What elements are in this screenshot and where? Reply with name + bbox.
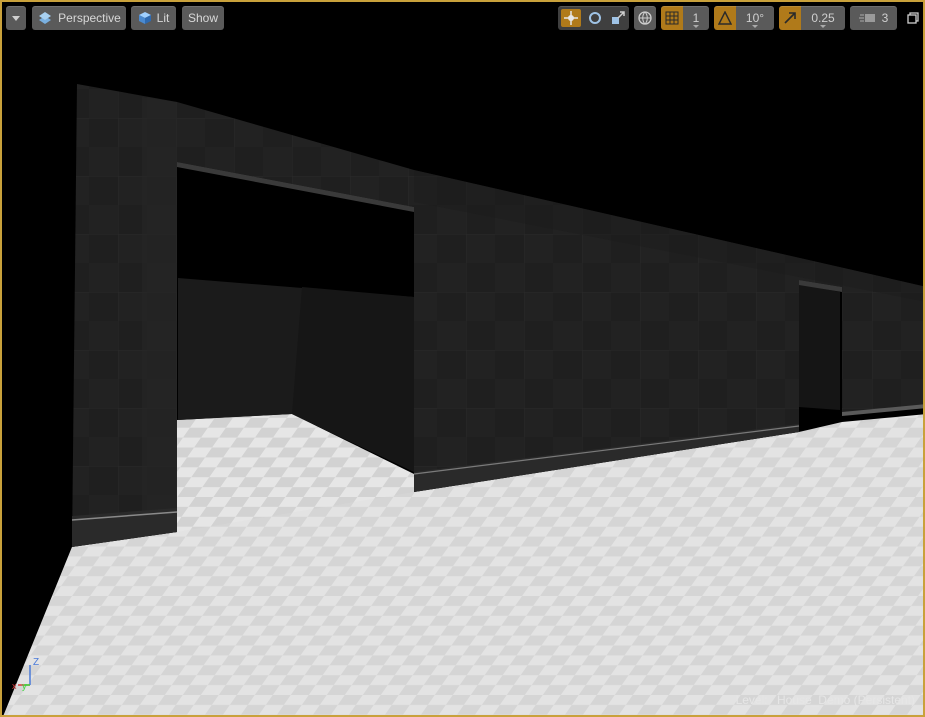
transform-tools-group [558,6,629,30]
grid-icon [665,11,679,25]
current-level-indicator: Level: House_Demo (Persistent) [736,693,915,707]
viewport-options-button[interactable] [6,6,26,30]
axis-gizmo: x y Z [8,651,48,691]
view-mode-button[interactable]: Perspective [32,6,126,30]
viewport-toolbar: Perspective Lit Show 1 10° 0.25 3 [2,2,923,36]
grid-snap-value: 1 [692,11,700,25]
lit-cube-icon [138,12,151,24]
maximize-viewport-button[interactable] [904,6,922,30]
grid-snap-toggle[interactable] [661,6,683,30]
camera-speed-icon [858,14,875,22]
scale-snap-toggle[interactable] [779,6,801,30]
svg-text:y: y [22,681,27,691]
axis-z-label: Z [33,657,39,668]
rotate-tool-icon[interactable] [586,9,604,27]
svg-text:x: x [12,681,17,691]
rotation-snap-toggle[interactable] [714,6,736,30]
chevron-down-icon [820,25,826,28]
scale-snap-value: 0.25 [811,11,835,25]
lighting-mode-label: Lit [156,11,170,25]
scale-snap-value-dropdown[interactable]: 0.25 [801,6,845,30]
show-label: Show [187,11,219,25]
chevron-down-icon [12,15,20,21]
door-header [177,102,414,207]
translate-tool-icon[interactable] [560,9,581,27]
scale-tool-icon[interactable] [609,9,627,27]
globe-icon [638,11,652,25]
viewport-scene[interactable] [2,2,925,717]
view-mode-label: Perspective [58,11,121,25]
chevron-down-icon [752,25,758,28]
world-local-toggle[interactable] [634,6,656,30]
rotation-snap-value: 10° [745,11,765,25]
perspective-icon [39,12,52,24]
lighting-mode-button[interactable]: Lit [131,6,176,30]
angle-icon [718,11,732,25]
level-viewport[interactable]: Perspective Lit Show 1 10° 0.25 3 x y Z … [0,0,925,717]
show-button[interactable]: Show [182,6,224,30]
level-name: House_Demo (Persistent) [776,693,915,707]
restore-window-icon [907,12,919,24]
camera-speed-button[interactable]: 3 [850,6,897,30]
axis-gizmo-icon: x y Z [12,657,39,691]
grid-snap-value-dropdown[interactable]: 1 [683,6,709,30]
rotation-snap-value-dropdown[interactable]: 10° [736,6,774,30]
camera-speed-value: 3 [881,11,889,25]
chevron-down-icon [693,25,699,28]
scale-arrow-icon [784,12,796,24]
level-prefix: Level: [735,693,768,707]
right-doorway [799,284,840,410]
